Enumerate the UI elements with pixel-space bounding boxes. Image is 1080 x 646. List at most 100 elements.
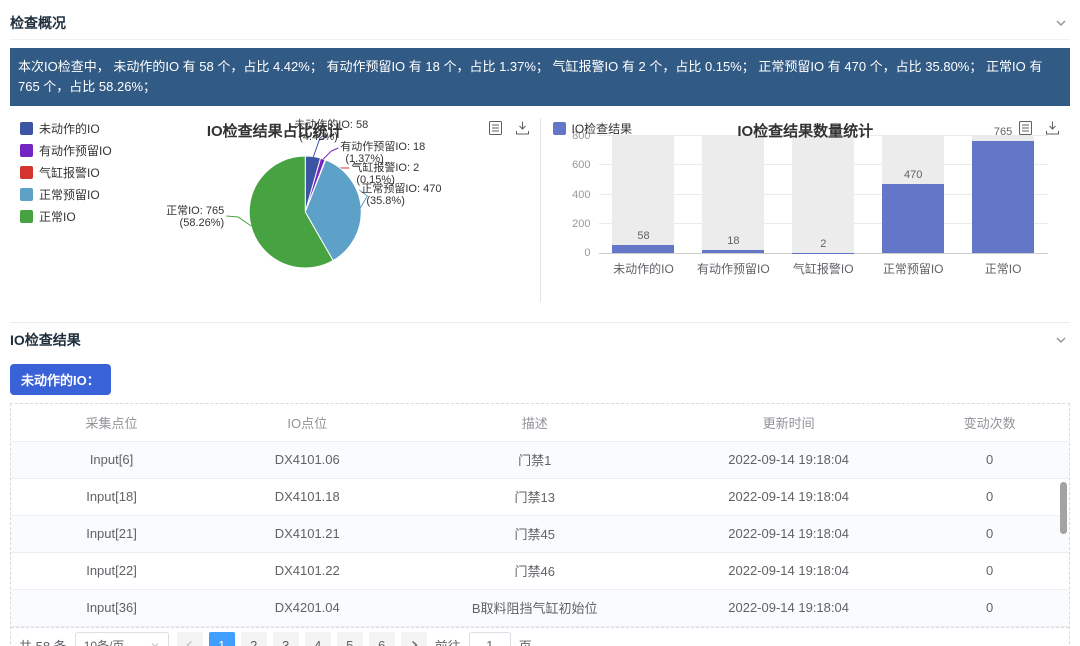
pie-label: 正常IO: 765 bbox=[166, 204, 224, 217]
pie-label: 气缸报警IO: 2 bbox=[351, 160, 419, 174]
pie-label: (58.26%) bbox=[180, 217, 225, 229]
chevron-right-icon bbox=[409, 640, 419, 646]
scrollbar-thumb[interactable] bbox=[1060, 482, 1067, 534]
legend-swatch bbox=[20, 166, 33, 179]
table-cell: DX4101.06 bbox=[212, 441, 402, 478]
table-cell: Input[21] bbox=[11, 515, 212, 552]
legend-swatch bbox=[20, 188, 33, 201]
table-cell: 2022-09-14 19:18:04 bbox=[667, 589, 910, 626]
download-icon[interactable] bbox=[1045, 120, 1060, 136]
collapse-chevron-icon[interactable] bbox=[1052, 331, 1070, 349]
x-axis-label: 有动作预留IO bbox=[688, 260, 778, 277]
table-cell: 2022-09-14 19:18:04 bbox=[667, 515, 910, 552]
y-axis: 0200400600800 bbox=[553, 136, 591, 253]
table-cell: 2022-09-14 19:18:04 bbox=[667, 552, 910, 589]
bar-background bbox=[792, 136, 854, 253]
table-row[interactable]: Input[21]DX4101.21门禁452022-09-14 19:18:0… bbox=[11, 515, 1069, 552]
pie-legend-item[interactable]: 正常IO bbox=[20, 208, 112, 225]
bar-legend-item[interactable]: IO检查结果 bbox=[553, 120, 633, 137]
x-axis: 未动作的IO有动作预留IO气缸报警IO正常预留IO正常IO bbox=[599, 260, 1049, 277]
collapse-chevron-icon[interactable] bbox=[1052, 14, 1070, 32]
pie-legend-item[interactable]: 气缸报警IO bbox=[20, 164, 112, 181]
data-view-icon[interactable] bbox=[488, 120, 503, 136]
bar-column[interactable]: 765 bbox=[958, 136, 1048, 253]
pie-label-line bbox=[323, 148, 338, 159]
total-count-label: 共 58 条 bbox=[19, 636, 67, 646]
table-cell: Input[6] bbox=[11, 441, 212, 478]
page-button-5[interactable]: 5 bbox=[337, 632, 363, 646]
y-axis-tick: 400 bbox=[572, 189, 590, 201]
page-button-6[interactable]: 6 bbox=[369, 632, 395, 646]
table-row[interactable]: Input[36]DX4201.04B取料阻挡气缸初始位2022-09-14 1… bbox=[11, 589, 1069, 626]
table-row[interactable]: Input[18]DX4101.18门禁132022-09-14 19:18:0… bbox=[11, 478, 1069, 515]
bar-value-label: 2 bbox=[778, 238, 868, 250]
bar[interactable] bbox=[612, 245, 674, 253]
bar-value-label: 18 bbox=[688, 235, 778, 247]
y-axis-tick: 0 bbox=[584, 247, 590, 259]
table-cell: 0 bbox=[910, 441, 1069, 478]
prev-page-button[interactable] bbox=[177, 632, 203, 646]
page-button-4[interactable]: 4 bbox=[305, 632, 331, 646]
x-axis-label: 未动作的IO bbox=[599, 260, 689, 277]
bar[interactable] bbox=[972, 141, 1034, 253]
legend-label: 气缸报警IO bbox=[39, 164, 100, 181]
pie-legend-item[interactable]: 有动作预留IO bbox=[20, 142, 112, 159]
bar-column[interactable]: 470 bbox=[868, 136, 958, 253]
table-cell: 0 bbox=[910, 478, 1069, 515]
bar[interactable] bbox=[702, 250, 764, 253]
bar-legend-swatch bbox=[553, 122, 566, 135]
page-size-value: 10条/页 bbox=[84, 637, 125, 646]
pie-legend-item[interactable]: 未动作的IO bbox=[20, 120, 112, 137]
legend-swatch bbox=[20, 122, 33, 135]
table-cell: 门禁1 bbox=[402, 441, 667, 478]
pie-label: 有动作预留IO: 18 bbox=[340, 139, 425, 153]
table-header-row: 采集点位IO点位描述更新时间变动次数 bbox=[11, 404, 1069, 441]
bar[interactable] bbox=[882, 184, 944, 253]
download-icon[interactable] bbox=[515, 120, 530, 136]
legend-label: 正常IO bbox=[39, 208, 76, 225]
legend-label: 有动作预留IO bbox=[39, 142, 112, 159]
y-axis-tick: 600 bbox=[572, 159, 590, 171]
column-header: IO点位 bbox=[212, 404, 402, 441]
results-table: 采集点位IO点位描述更新时间变动次数 Input[6]DX4101.06门禁12… bbox=[11, 404, 1069, 627]
table-cell: 门禁45 bbox=[402, 515, 667, 552]
column-header: 采集点位 bbox=[11, 404, 212, 441]
x-axis-label: 气缸报警IO bbox=[778, 260, 868, 277]
pie-chart-card: 未动作的IO有动作预留IO气缸报警IO正常预留IO正常IO IO检查结果占比统计… bbox=[10, 112, 540, 308]
bar-column[interactable]: 2 bbox=[778, 136, 868, 253]
bar-column[interactable]: 58 bbox=[599, 136, 689, 253]
pie-legend: 未动作的IO 有动作预留IO 气缸报警IO 正常预留IO 正常IO bbox=[20, 120, 112, 225]
page-button-1[interactable]: 1 bbox=[209, 632, 235, 646]
pie-legend-item[interactable]: 正常预留IO bbox=[20, 186, 112, 203]
table-cell: DX4101.22 bbox=[212, 552, 402, 589]
bar-column[interactable]: 18 bbox=[688, 136, 778, 253]
bar-plot-area: 0200400600800 58182470765 bbox=[599, 136, 1049, 254]
goto-label: 前往 bbox=[435, 636, 461, 646]
badge-row: 未动作的IO： bbox=[10, 357, 1070, 403]
next-page-button[interactable] bbox=[401, 632, 427, 646]
table-row[interactable]: Input[22]DX4101.22门禁462022-09-14 19:18:0… bbox=[11, 552, 1069, 589]
pie-toolbox bbox=[488, 120, 530, 136]
bar-toolbox bbox=[1018, 120, 1060, 136]
category-badge[interactable]: 未动作的IO： bbox=[10, 364, 111, 395]
table-cell: 0 bbox=[910, 515, 1069, 552]
results-section: IO检查结果 未动作的IO： 采集点位IO点位描述更新时间变动次数 Input[… bbox=[10, 322, 1070, 646]
page-button-2[interactable]: 2 bbox=[241, 632, 267, 646]
table-cell: 2022-09-14 19:18:04 bbox=[667, 478, 910, 515]
goto-page-input[interactable] bbox=[469, 632, 511, 646]
pie-label: 正常预留IO: 470 bbox=[361, 182, 441, 195]
legend-swatch bbox=[20, 144, 33, 157]
overview-header: 检查概况 bbox=[10, 6, 1070, 40]
pie-label-line bbox=[226, 216, 251, 226]
table-row[interactable]: Input[6]DX4101.06门禁12022-09-14 19:18:040 bbox=[11, 441, 1069, 478]
chevron-left-icon bbox=[185, 640, 195, 646]
page: 检查概况 本次IO检查中， 未动作的IO 有 58 个，占比 4.42%； 有动… bbox=[0, 0, 1080, 646]
legend-label: 正常预留IO bbox=[39, 186, 100, 203]
data-view-icon[interactable] bbox=[1018, 120, 1033, 136]
column-header: 描述 bbox=[402, 404, 667, 441]
page-button-3[interactable]: 3 bbox=[273, 632, 299, 646]
summary-banner: 本次IO检查中， 未动作的IO 有 58 个，占比 4.42%； 有动作预留IO… bbox=[10, 48, 1070, 106]
page-size-select[interactable]: 10条/页 bbox=[75, 632, 169, 646]
bar-value-label: 58 bbox=[599, 230, 689, 242]
table-cell: DX4101.21 bbox=[212, 515, 402, 552]
